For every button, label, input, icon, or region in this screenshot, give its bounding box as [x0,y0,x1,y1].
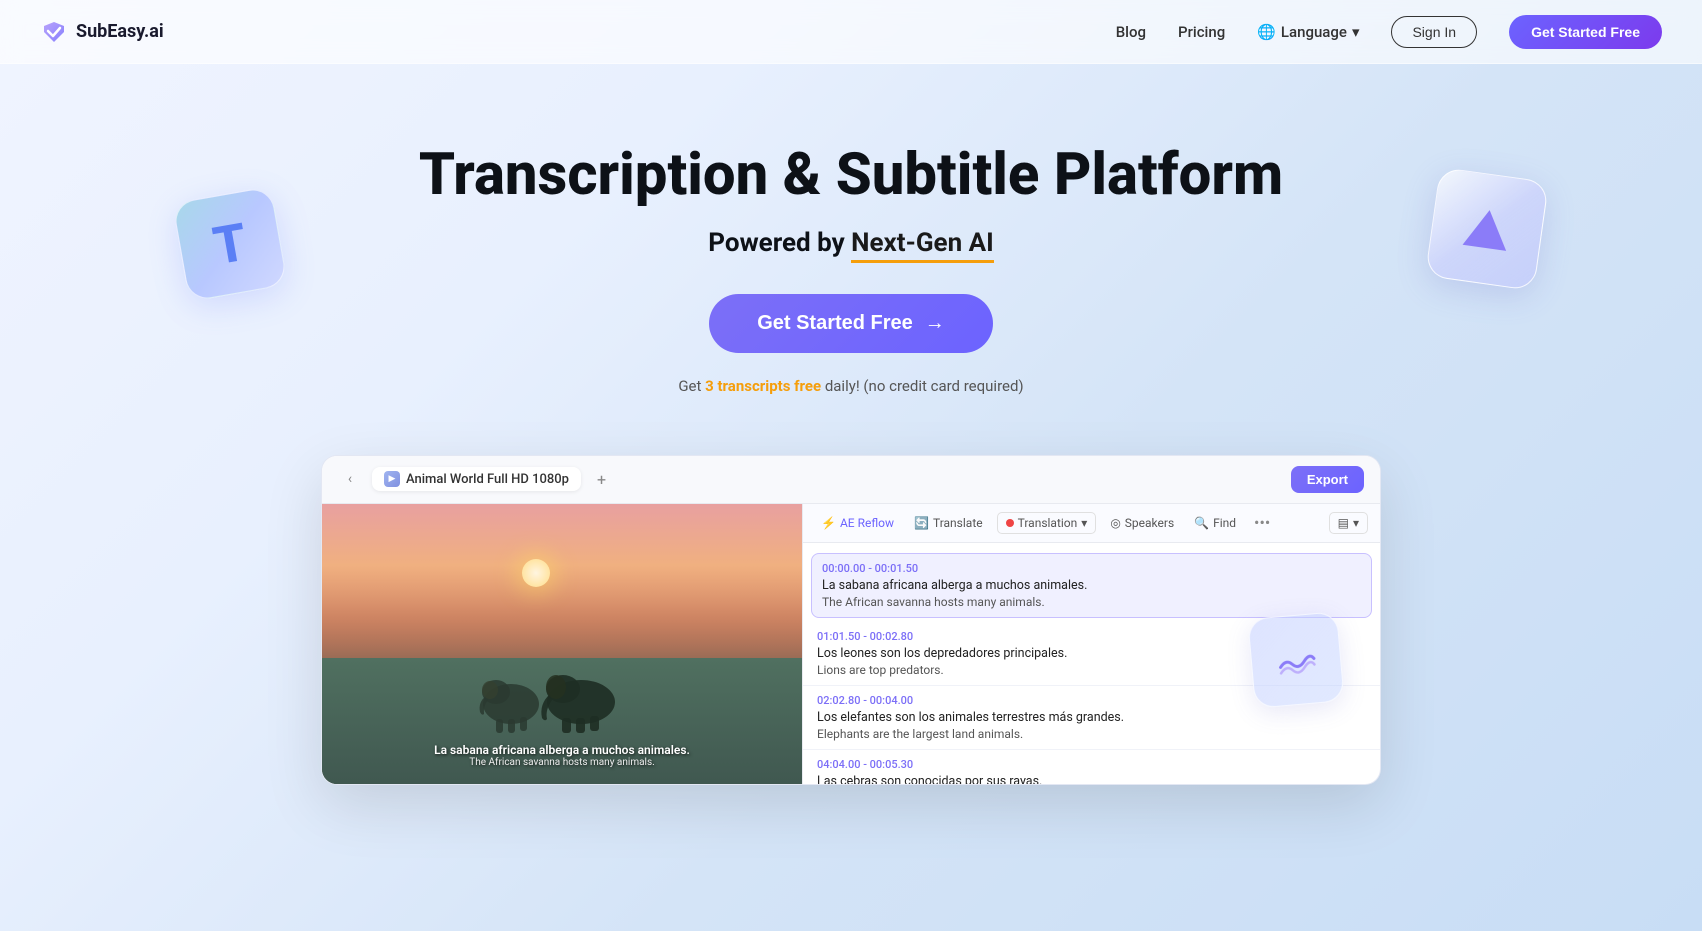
transcript-toolbar: ⚡ AE Reflow 🔄 Translate Translation ▾ ◎ [803,504,1380,543]
translation-label: Translation [1018,516,1078,530]
logo[interactable]: SubEasy.ai [40,18,164,46]
nav-links: Blog Pricing 🌐 Language ▾ Sign In Get St… [1116,15,1662,49]
get-started-nav-button[interactable]: Get Started Free [1509,15,1662,49]
logo-text: SubEasy.ai [76,21,164,42]
sky-bg [322,504,802,658]
entry-es-3: Los elefantes son los animales terrestre… [817,710,1366,725]
globe-icon: 🌐 [1257,23,1276,41]
cta-container: Get Started Free → [20,294,1682,373]
more-options-button[interactable]: ••• [1250,513,1274,532]
app-content: La sabana africana alberga a muchos anim… [322,504,1380,784]
tab-icon: ▶ [384,471,400,487]
nav-blog[interactable]: Blog [1116,23,1146,41]
free-note-prefix: Get [678,377,705,395]
free-note-suffix: daily! (no credit card required) [821,377,1024,395]
view-chevron: ▾ [1353,516,1359,530]
window-bar: ‹ ▶ Animal World Full HD 1080p + Export [322,456,1380,504]
translate-icon: 🔄 [914,516,929,530]
free-count: 3 transcripts free [705,377,821,395]
wave-cube [1247,611,1345,709]
transcript-entry-4[interactable]: 04:04.00 - 00:05.30 Las cebras son conoc… [803,750,1380,784]
logo-icon [40,18,68,46]
video-background: La sabana africana alberga a muchos anim… [322,504,802,784]
language-label: Language [1281,23,1347,41]
chevron-icon: ▾ [1081,516,1087,530]
entry-es-4: Las cebras son conocidas por sus rayas. [817,774,1366,784]
find-label: Find [1213,516,1236,530]
find-button[interactable]: 🔍 Find [1188,513,1242,533]
entry-time-4: 04:04.00 - 00:05.30 [817,758,1366,771]
cta-label: Get Started Free [757,312,913,335]
red-dot-icon [1006,519,1014,527]
export-button[interactable]: Export [1291,466,1364,493]
language-selector[interactable]: 🌐 Language ▾ [1257,23,1359,41]
entry-time-1: 00:00.00 - 00:01.50 [822,562,1361,575]
tab-label: Animal World Full HD 1080p [406,472,569,487]
reflow-button[interactable]: ⚡ AE Reflow [815,513,900,533]
cta-button[interactable]: Get Started Free → [709,294,993,353]
entry-en-3: Elephants are the largest land animals. [817,727,1366,741]
app-preview: ‹ ▶ Animal World Full HD 1080p + Export [301,455,1401,785]
deco-right-cube [1432,174,1542,284]
subtitle-prefix: Powered by [708,228,851,258]
translate-label: Translate [933,516,983,530]
app-window: ‹ ▶ Animal World Full HD 1080p + Export [321,455,1381,785]
view-icon: ▤ [1338,516,1349,530]
arrow-icon: → [925,312,945,335]
nav-pricing[interactable]: Pricing [1178,23,1225,41]
subtitle-overlay: La sabana africana alberga a muchos anim… [322,737,802,774]
speakers-button[interactable]: ◎ Speakers [1104,513,1180,533]
search-icon: 🔍 [1194,516,1209,530]
triangle-icon-cube [1425,167,1549,291]
subtitle-spanish: La sabana africana alberga a muchos anim… [332,743,792,757]
sun-shape [522,559,550,587]
elephant-silhouette [466,644,626,734]
transcript-entry-1[interactable]: 00:00.00 - 00:01.50 La sabana africana a… [811,553,1372,618]
navbar: SubEasy.ai Blog Pricing 🌐 Language ▾ Sig… [0,0,1702,64]
translation-dropdown[interactable]: Translation ▾ [997,512,1097,534]
add-tab-button[interactable]: + [591,470,612,489]
triangle-shape [1463,207,1512,251]
subtitle-highlight: Next-Gen AI [851,228,994,263]
subtitle-english: The African savanna hosts many animals. [332,757,792,768]
chevron-down-icon: ▾ [1352,23,1360,41]
entry-en-1: The African savanna hosts many animals. [822,595,1361,609]
hero-section: T Transcription & Subtitle Platform Powe… [0,64,1702,435]
translate-button[interactable]: 🔄 Translate [908,513,989,533]
free-note: Get 3 transcripts free daily! (no credit… [20,377,1682,395]
t-icon-cube: T [172,186,288,302]
reflow-icon: ⚡ [821,516,836,530]
reflow-label: AE Reflow [840,516,894,530]
signin-button[interactable]: Sign In [1391,16,1477,48]
speakers-icon: ◎ [1110,516,1120,530]
back-button[interactable]: ‹ [338,467,362,491]
active-tab[interactable]: ▶ Animal World Full HD 1080p [372,467,581,491]
entry-es-1: La sabana africana alberga a muchos anim… [822,578,1361,593]
video-panel: La sabana africana alberga a muchos anim… [322,504,802,784]
view-toggle[interactable]: ▤ ▾ [1329,512,1368,534]
speakers-label: Speakers [1125,516,1174,530]
deco-left-cube: T [180,194,280,294]
wave-icon [1272,636,1320,684]
